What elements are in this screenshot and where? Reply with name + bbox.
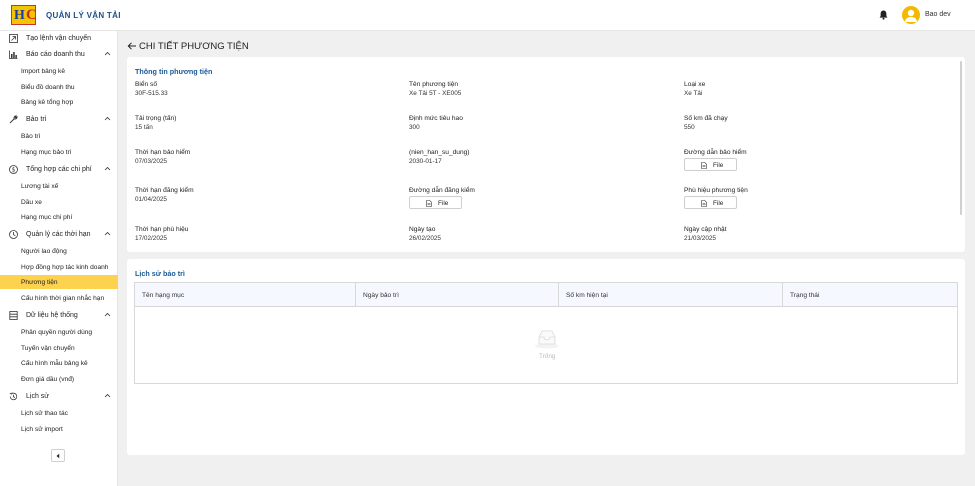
chevron-up-icon [104,51,111,56]
sidebar-group-history[interactable]: Lịch sử [0,389,118,404]
top-header: HC QUẢN LÝ VẬN TẢI Bao dev [0,0,975,31]
sidebar-group-deadlines[interactable]: Quản lý các thời hạn [0,227,118,242]
field-ngay-tao: Ngày tạo 26/02/2025 [409,226,441,242]
sidebar-item-don-gia-dau[interactable]: Đơn giá dầu (vnđ) [0,372,118,386]
sidebar-group-system-data[interactable]: Dữ liệu hệ thống [0,308,118,323]
avatar[interactable] [902,6,920,24]
svg-text:$: $ [12,167,16,174]
sidebar-group-costs[interactable]: $ Tổng hợp các chi phí [0,162,118,177]
sidebar-item-bang-ke-tong-hop[interactable]: Bảng kê tổng hợp [0,95,118,109]
field-han-bao-hiem: Thời hạn bảo hiểm 07/03/2025 [135,149,191,165]
section-title: Lịch sử bảo trì [135,269,185,278]
sidebar-item-hang-muc-chi-phi[interactable]: Hạng mục chi phí [0,210,118,224]
badge-file-button[interactable]: File [684,196,737,209]
chevron-up-icon [104,393,111,398]
field-duong-dan-dang-kiem: Đường dẫn đăng kiểm File [409,187,475,209]
sidebar-item-phuong-tien[interactable]: Phương tiện [0,275,118,289]
sidebar-collapse-button[interactable] [51,449,65,462]
arrow-up-box-icon [9,34,18,43]
registration-file-button[interactable]: File [409,196,462,209]
maintenance-table: Tên hạng mục Ngày bảo trì Số km hiện tại… [134,282,958,384]
app-logo[interactable]: HC [11,5,37,25]
field-tai-trong: Tải trọng (tấn) 15 tấn [135,115,177,131]
wrench-icon [9,115,18,124]
sidebar-item-hang-muc-bao-tri[interactable]: Hạng mục bảo trì [0,145,118,159]
field-loai-xe: Loại xe Xe Tải [684,81,706,97]
sidebar: Tạo lệnh vận chuyển Báo cáo doanh thu Im… [0,31,118,486]
sidebar-item-bieu-do-doanh-thu[interactable]: Biểu đồ doanh thu [0,80,118,94]
user-icon [905,9,917,22]
clock-icon [9,230,18,239]
database-icon [9,311,18,320]
sidebar-item-lich-su-thao-tac[interactable]: Lịch sử thao tác [0,406,118,420]
sidebar-item-import-bang-ke[interactable]: Import bảng kê [0,64,118,78]
chevron-up-icon [104,312,111,317]
field-ten-phuong-tien: Tên phương tiện Xe Tải 5T - XE005 [409,81,462,97]
user-name[interactable]: Bao dev [925,11,951,18]
sidebar-group-maintenance[interactable]: Bảo trì [0,112,118,127]
file-icon [701,162,707,169]
sidebar-item-phan-quyen[interactable]: Phân quyền người dùng [0,325,118,339]
dollar-icon: $ [9,165,18,174]
section-title: Thông tin phương tiện [135,67,213,76]
chevron-up-icon [104,116,111,121]
field-duong-dan-bao-hiem: Đường dẫn bảo hiểm File [684,149,747,171]
table-header: Tên hạng mục Ngày bảo trì Số km hiện tại… [135,283,957,307]
arrow-left-icon[interactable] [127,41,137,51]
field-nien-han: (nien_han_su_dung) 2030-01-17 [409,149,470,165]
field-phu-hieu: Phù hiệu phương tiện File [684,187,748,209]
vehicle-info-card: Thông tin phương tiện Biển số 30F-515.33… [127,57,965,252]
field-ngay-cap-nhat: Ngày cập nhật 21/03/2025 [684,226,727,242]
sidebar-item-lich-su-import[interactable]: Lịch sử import [0,422,118,436]
sidebar-item-bao-tri[interactable]: Bảo trì [0,129,118,143]
field-dinh-muc: Định mức tiêu hao 300 [409,115,463,131]
chevron-up-icon [104,166,111,171]
app-title: QUẢN LÝ VẬN TẢI [46,11,121,20]
sidebar-group-revenue[interactable]: Báo cáo doanh thu [0,47,118,62]
sidebar-item-cau-hinh-mau-bang-ke[interactable]: Cấu hình mẫu bảng kê [0,356,118,370]
sidebar-item-dau-xe[interactable]: Dầu xe [0,195,118,209]
empty-text: Trống [539,353,556,360]
sidebar-item-cau-hinh-nhac-han[interactable]: Cấu hình thời gian nhắc hạn [0,291,118,305]
column-header[interactable]: Tên hạng mục [135,283,356,307]
page-title: CHI TIẾT PHƯƠNG TIỆN [139,41,249,52]
caret-left-icon [56,453,60,459]
sidebar-item-hop-dong[interactable]: Hợp đồng hợp tác kinh doanh [0,260,118,274]
field-han-phu-hieu: Thời hạn phù hiệu 17/02/2025 [135,226,189,242]
history-icon [9,392,18,401]
column-header[interactable]: Số km hiện tại [559,283,783,307]
sidebar-item-luong-tai-xe[interactable]: Lương tài xế [0,179,118,193]
bar-chart-icon [9,50,18,59]
chevron-up-icon [104,231,111,236]
field-so-km: Số km đã chạy 550 [684,115,728,131]
sidebar-item-tuyen-van-chuyen[interactable]: Tuyến vận chuyển [0,341,118,355]
sidebar-item-create-order[interactable]: Tạo lệnh vận chuyển [0,31,118,46]
column-header[interactable]: Trạng thái [783,283,957,307]
sidebar-item-nguoi-lao-dong[interactable]: Người lao động [0,244,118,258]
scrollbar[interactable] [960,61,962,215]
field-bien-so: Biển số 30F-515.33 [135,81,168,97]
column-header[interactable]: Ngày bảo trì [356,283,559,307]
file-icon [426,200,432,207]
maintenance-history-card: Lịch sử bảo trì Tên hạng mục Ngày bảo tr… [127,259,965,455]
file-icon [701,200,707,207]
insurance-file-button[interactable]: File [684,158,737,171]
field-han-dang-kiem: Thời hạn đăng kiểm 01/04/2025 [135,187,194,203]
bell-icon[interactable] [879,10,888,20]
empty-inbox-icon [535,330,559,349]
